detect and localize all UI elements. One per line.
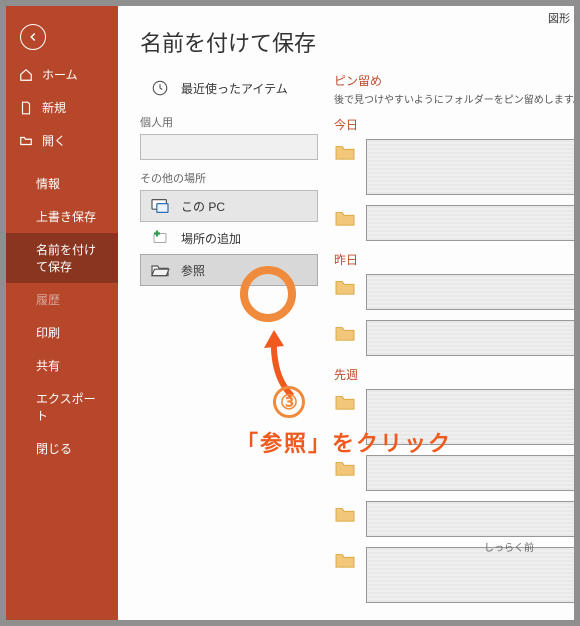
folder-row[interactable] (334, 455, 574, 491)
pin-note: 後で見つけやすいようにフォルダーをピン留めします。フォルダーにマウス オ (334, 91, 574, 106)
folder-row[interactable] (334, 389, 574, 445)
open-folder-icon (18, 133, 34, 149)
main-area: 図形 名前を付けて保存 最近使ったアイテム 個人用 その他の場所 (118, 6, 574, 620)
browse-label: 参照 (181, 262, 205, 279)
sidebar-item-label: 共有 (36, 357, 60, 374)
this-pc[interactable]: この PC (140, 190, 318, 222)
sidebar-item-export[interactable]: エクスポート (6, 382, 118, 432)
this-pc-label: この PC (181, 198, 225, 215)
sidebar-item-history[interactable]: 履歴 (6, 283, 118, 316)
sidebar-item-label: 情報 (36, 175, 60, 192)
sidebar-item-open[interactable]: 開く (6, 124, 118, 157)
recent-label: 最近使ったアイテム (181, 80, 288, 97)
folder-thumb (366, 274, 574, 310)
folder-icon (334, 459, 356, 477)
arrow-left-icon (26, 30, 40, 44)
folder-thumb (366, 501, 574, 537)
recent-folders-column: ピン留め 後で見つけやすいようにフォルダーをピン留めします。フォルダーにマウス … (318, 72, 574, 613)
sidebar-item-share[interactable]: 共有 (6, 349, 118, 382)
sidebar-item-label: 上書き保存 (36, 208, 96, 225)
pin-title: ピン留め (334, 72, 574, 89)
other-section-label: その他の場所 (140, 170, 318, 186)
folder-row[interactable] (334, 274, 574, 310)
sidebar-item-close[interactable]: 閉じる (6, 432, 118, 465)
sidebar-item-label: 閉じる (36, 440, 72, 457)
sidebar-item-label: 履歴 (36, 291, 60, 308)
folder-row[interactable] (334, 205, 574, 241)
folder-thumb (366, 205, 574, 241)
folder-icon (334, 278, 356, 296)
add-location-label: 場所の追加 (181, 230, 241, 247)
browse[interactable]: 参照 (140, 254, 318, 286)
back-button[interactable] (20, 24, 46, 50)
folder-row[interactable] (334, 501, 574, 537)
sidebar-item-label: エクスポート (36, 390, 106, 424)
home-icon (18, 67, 34, 83)
folder-thumb (366, 455, 574, 491)
back-area (6, 6, 118, 58)
group-yesterday: 昨日 (334, 251, 574, 268)
folder-icon (334, 324, 356, 342)
sidebar-item-label: ホーム (42, 66, 78, 83)
add-location-icon (149, 229, 171, 247)
folder-thumb (366, 320, 574, 356)
group-today: 今日 (334, 116, 574, 133)
group-lastweek: 先週 (334, 366, 574, 383)
folder-icon (334, 393, 356, 411)
sidebar-item-label: 開く (42, 132, 66, 149)
folder-row[interactable] (334, 547, 574, 603)
recent-items[interactable]: 最近使ったアイテム (140, 72, 318, 104)
locations-column: 最近使ったアイテム 個人用 その他の場所 この PC (118, 72, 318, 613)
folder-icon (334, 143, 356, 161)
page-title: 名前を付けて保存 (118, 26, 574, 72)
sidebar-item-label: 新規 (42, 99, 66, 116)
folder-thumb (366, 547, 574, 603)
pc-icon (149, 197, 171, 215)
personal-section-label: 個人用 (140, 114, 318, 130)
group-older: しっらく前 (484, 539, 534, 554)
folder-icon (334, 209, 356, 227)
sidebar-item-new[interactable]: 新規 (6, 91, 118, 124)
sidebar-item-print[interactable]: 印刷 (6, 316, 118, 349)
folder-icon (334, 551, 356, 569)
sidebar-item-saveas[interactable]: 名前を付けて保存 (6, 233, 118, 283)
folder-thumb (366, 139, 574, 195)
folder-thumb (366, 389, 574, 445)
folder-open-icon (149, 261, 171, 279)
clock-icon (149, 79, 171, 97)
personal-placeholder[interactable] (140, 134, 318, 160)
sidebar-item-home[interactable]: ホーム (6, 58, 118, 91)
sidebar-item-info[interactable]: 情報 (6, 167, 118, 200)
sidebar-item-label: 名前を付けて保存 (36, 241, 106, 275)
add-location[interactable]: 場所の追加 (140, 222, 318, 254)
sidebar-item-overwrite[interactable]: 上書き保存 (6, 200, 118, 233)
sidebar: ホーム 新規 開く 情報 (6, 6, 118, 620)
new-file-icon (18, 100, 34, 116)
folder-icon (334, 505, 356, 523)
folder-row[interactable] (334, 320, 574, 356)
folder-row[interactable] (334, 139, 574, 195)
window-tag: 図形 (548, 10, 570, 26)
sidebar-item-label: 印刷 (36, 324, 60, 341)
